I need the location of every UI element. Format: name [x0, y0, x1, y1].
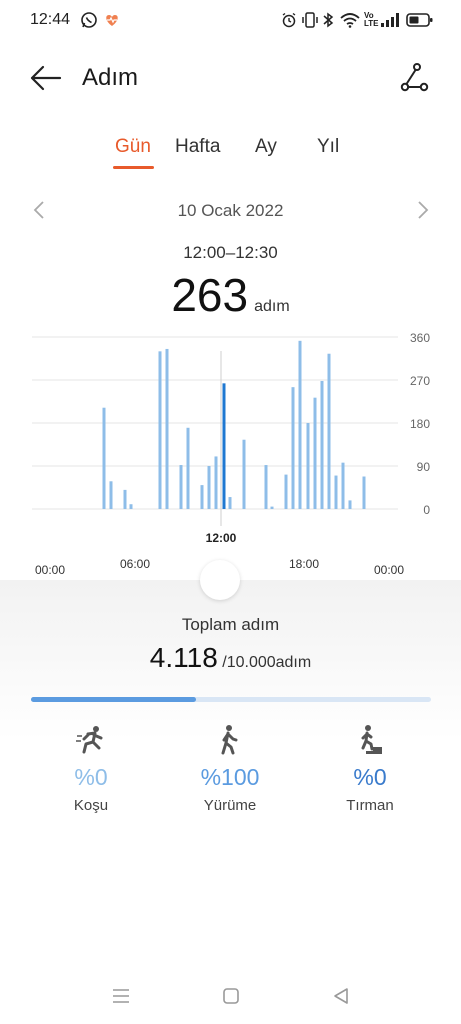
selected-value-row: 263 adım [0, 268, 461, 322]
summary-panel: Toplam adım 4.118 /10.000adım %0 Koşu %1… [0, 560, 461, 1024]
chart-bar [291, 387, 295, 509]
chart-bar [348, 500, 352, 509]
chart-bar [186, 427, 190, 509]
chart-bar [327, 353, 331, 509]
chart-y-tick-label: 0 [423, 503, 430, 517]
chart-y-tick-label: 360 [410, 331, 430, 345]
chart-bar [228, 497, 232, 509]
chart-bar [129, 504, 133, 509]
chart-bar [109, 481, 113, 509]
walking-percent: %100 [200, 764, 260, 790]
active-tab-indicator [113, 166, 154, 169]
chart-y-tick-label: 90 [417, 460, 431, 474]
menu-button[interactable] [109, 984, 133, 1008]
status-bar: 12:44 Vo LTE [0, 0, 461, 40]
bluetooth-icon [322, 10, 334, 30]
chart-x-tick-label: 18:00 [289, 557, 319, 571]
running-percent: %0 [74, 764, 108, 790]
climbing-icon [310, 722, 430, 756]
chart-y-tick-label: 270 [410, 374, 430, 388]
home-button[interactable] [219, 984, 243, 1008]
steps-goal: /10.000adım [222, 654, 312, 671]
alarm-icon [281, 10, 297, 30]
next-day-button[interactable] [410, 198, 434, 222]
activity-climbing: %0 Tırman [310, 722, 430, 814]
chart-bar [298, 340, 302, 509]
chevron-right-icon [418, 201, 429, 219]
walking-label: Yürüme [203, 797, 257, 814]
chart-bar [264, 465, 268, 509]
chart-bar [102, 407, 106, 509]
chart-bar [165, 348, 169, 509]
back-triangle-icon [334, 988, 348, 1004]
chart-bar [207, 466, 211, 509]
selected-steps-unit: adım [254, 298, 290, 315]
page-title: Adım [82, 64, 139, 91]
whatsapp-icon [80, 10, 98, 30]
tab-month[interactable]: Ay [255, 136, 277, 158]
volte-icon: Vo LTE [364, 11, 379, 28]
period-tabs: Gün Hafta Ay Yıl [0, 136, 461, 176]
chart-bar [179, 465, 183, 509]
running-icon [31, 722, 151, 756]
chart-x-tick-label: 00:00 [374, 563, 404, 577]
system-nav-bar [0, 976, 461, 1016]
back-button[interactable] [28, 62, 64, 94]
route-button[interactable] [396, 60, 432, 96]
total-steps-label: Toplam adım [181, 615, 280, 634]
home-square-icon [223, 988, 239, 1004]
chart-x-tick-label: 06:00 [120, 557, 150, 571]
status-time: 12:44 [30, 11, 71, 28]
route-icon [400, 63, 429, 92]
tab-year[interactable]: Yıl [317, 136, 339, 158]
date-navigation: 10 Ocak 2022 [0, 196, 461, 226]
back-nav-button[interactable] [329, 984, 353, 1008]
chart-bar [306, 423, 310, 509]
climbing-percent: %0 [353, 764, 387, 790]
signal-icon [380, 10, 400, 30]
chart-bar [123, 489, 127, 509]
chart-x-tick-label: 00:00 [35, 563, 65, 577]
selected-steps-value: 263 [171, 269, 249, 321]
chart-bar-selected [222, 383, 226, 509]
chart-bar [158, 351, 162, 509]
date-label: 10 Ocak 2022 [177, 201, 284, 220]
chart-y-tick-label: 180 [410, 417, 430, 431]
activity-walking: %100 Yürüme [170, 722, 290, 814]
walking-icon [170, 722, 290, 756]
header: Adım [0, 50, 461, 106]
health-heart-icon [103, 10, 121, 30]
tab-day[interactable]: Gün [115, 136, 151, 158]
chart-bar [320, 380, 324, 509]
chart-bar [284, 474, 288, 509]
arrow-left-icon [30, 65, 62, 91]
chart-bar [200, 485, 204, 509]
selected-range: 12:00–12:30 [183, 243, 278, 262]
chart-scrubber-handle[interactable] [200, 560, 240, 600]
chart-bar [242, 439, 246, 509]
goal-progress-bar [31, 697, 431, 702]
menu-icon [113, 989, 129, 1003]
running-label: Koşu [73, 797, 109, 814]
chart-bar [214, 456, 218, 509]
steps-bar-chart[interactable]: 0 90 180 270 360 12:00 00:00 06:00 18:00 00:00 [0, 326, 461, 586]
goal-progress-fill [31, 697, 196, 702]
chart-bar [341, 462, 345, 509]
battery-icon [406, 10, 434, 30]
vibrate-icon [301, 10, 319, 30]
chart-bar [313, 397, 317, 509]
chart-selected-x-label: 12:00 [206, 531, 237, 545]
wifi-icon [340, 10, 360, 30]
total-steps-value: 4.118 [149, 642, 218, 673]
chart-bar [334, 475, 338, 509]
chart-bar [362, 476, 366, 509]
tab-week[interactable]: Hafta [175, 136, 220, 158]
chart-bar [270, 506, 274, 509]
climbing-label: Tırman [346, 797, 394, 814]
activity-running: %0 Koşu [31, 722, 151, 814]
total-steps-row: 4.118 /10.000adım [0, 642, 461, 674]
